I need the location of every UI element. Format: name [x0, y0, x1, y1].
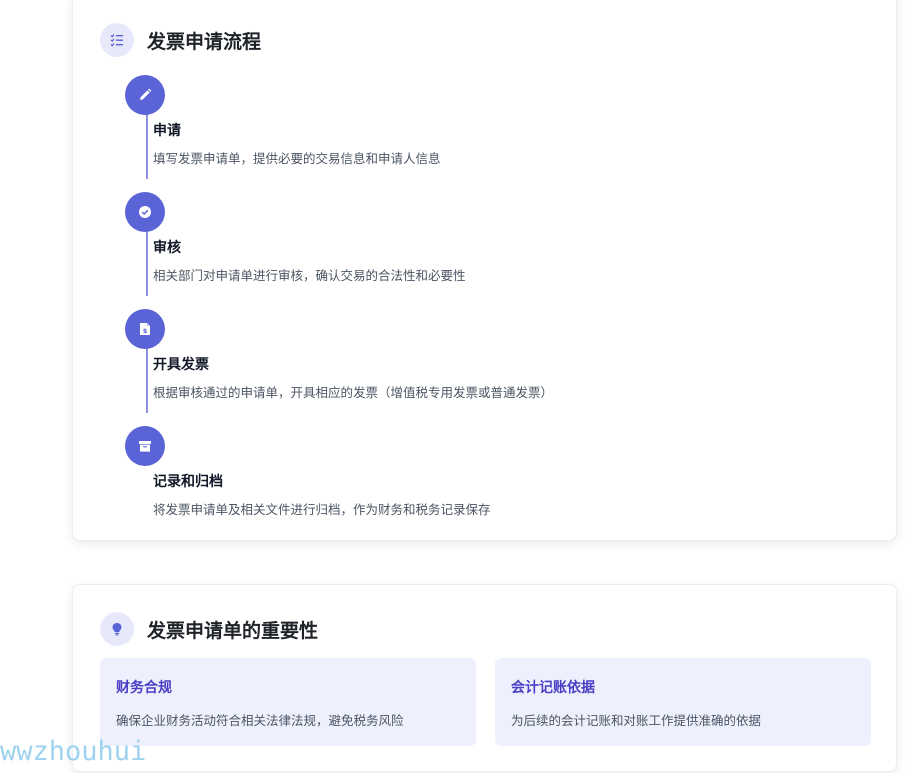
process-timeline: 申请 填写发票申请单，提供必要的交易信息和申请人信息 审核 相关部门对申请单进行… — [125, 75, 825, 526]
step-description: 填写发票申请单，提供必要的交易信息和申请人信息 — [153, 151, 441, 166]
process-section-header: 发票申请流程 — [100, 23, 261, 57]
step-title: 开具发票 — [153, 357, 209, 373]
page: 发票申请流程 申请 填写发票申请单，提供必要的交易信息和申请人信息 审核 相关部… — [0, 0, 906, 773]
importance-card: 发票申请单的重要性 财务合规 确保企业财务活动符合相关法律法规，避免税务风险 会… — [72, 584, 897, 772]
process-step: 记录和归档 将发票申请单及相关文件进行归档，作为财务和税务记录保存 — [125, 426, 825, 526]
importance-item-description: 为后续的会计记账和对账工作提供准确的依据 — [511, 713, 762, 728]
importance-item-title: 财务合规 — [116, 680, 172, 696]
importance-item: 会计记账依据 为后续的会计记账和对账工作提供准确的依据 — [495, 658, 871, 746]
watermark-text: wwzhouhui — [0, 736, 147, 767]
invoice-icon: $ — [125, 309, 165, 349]
step-description: 将发票申请单及相关文件进行归档，作为财务和税务记录保存 — [153, 502, 491, 517]
step-description: 相关部门对申请单进行审核，确认交易的合法性和必要性 — [153, 268, 466, 283]
lightbulb-icon — [100, 612, 134, 646]
archive-icon — [125, 426, 165, 466]
step-title: 审核 — [153, 240, 181, 256]
pencil-icon — [125, 75, 165, 115]
check-circle-icon — [125, 192, 165, 232]
timeline-connector — [146, 113, 148, 179]
step-title: 记录和归档 — [153, 474, 223, 490]
importance-item-title: 会计记账依据 — [511, 680, 595, 696]
importance-title: 发票申请单的重要性 — [147, 619, 319, 642]
importance-section-header: 发票申请单的重要性 — [100, 612, 318, 646]
checklist-icon — [100, 23, 134, 57]
step-description: 根据审核通过的申请单，开具相应的发票（增值税专用发票或普通发票） — [153, 385, 554, 400]
invoice-process-card: 发票申请流程 申请 填写发票申请单，提供必要的交易信息和申请人信息 审核 相关部… — [72, 0, 897, 541]
process-step: 审核 相关部门对申请单进行审核，确认交易的合法性和必要性 — [125, 192, 825, 309]
process-title: 发票申请流程 — [147, 30, 262, 53]
process-step: 申请 填写发票申请单，提供必要的交易信息和申请人信息 — [125, 75, 825, 192]
importance-item: 财务合规 确保企业财务活动符合相关法律法规，避免税务风险 — [100, 658, 476, 746]
step-title: 申请 — [153, 123, 181, 139]
process-step: $ 开具发票 根据审核通过的申请单，开具相应的发票（增值税专用发票或普通发票） — [125, 309, 825, 426]
timeline-connector — [146, 230, 148, 296]
timeline-connector — [146, 347, 148, 413]
importance-item-description: 确保企业财务活动符合相关法律法规，避免税务风险 — [116, 713, 404, 728]
svg-text:$: $ — [143, 327, 148, 335]
